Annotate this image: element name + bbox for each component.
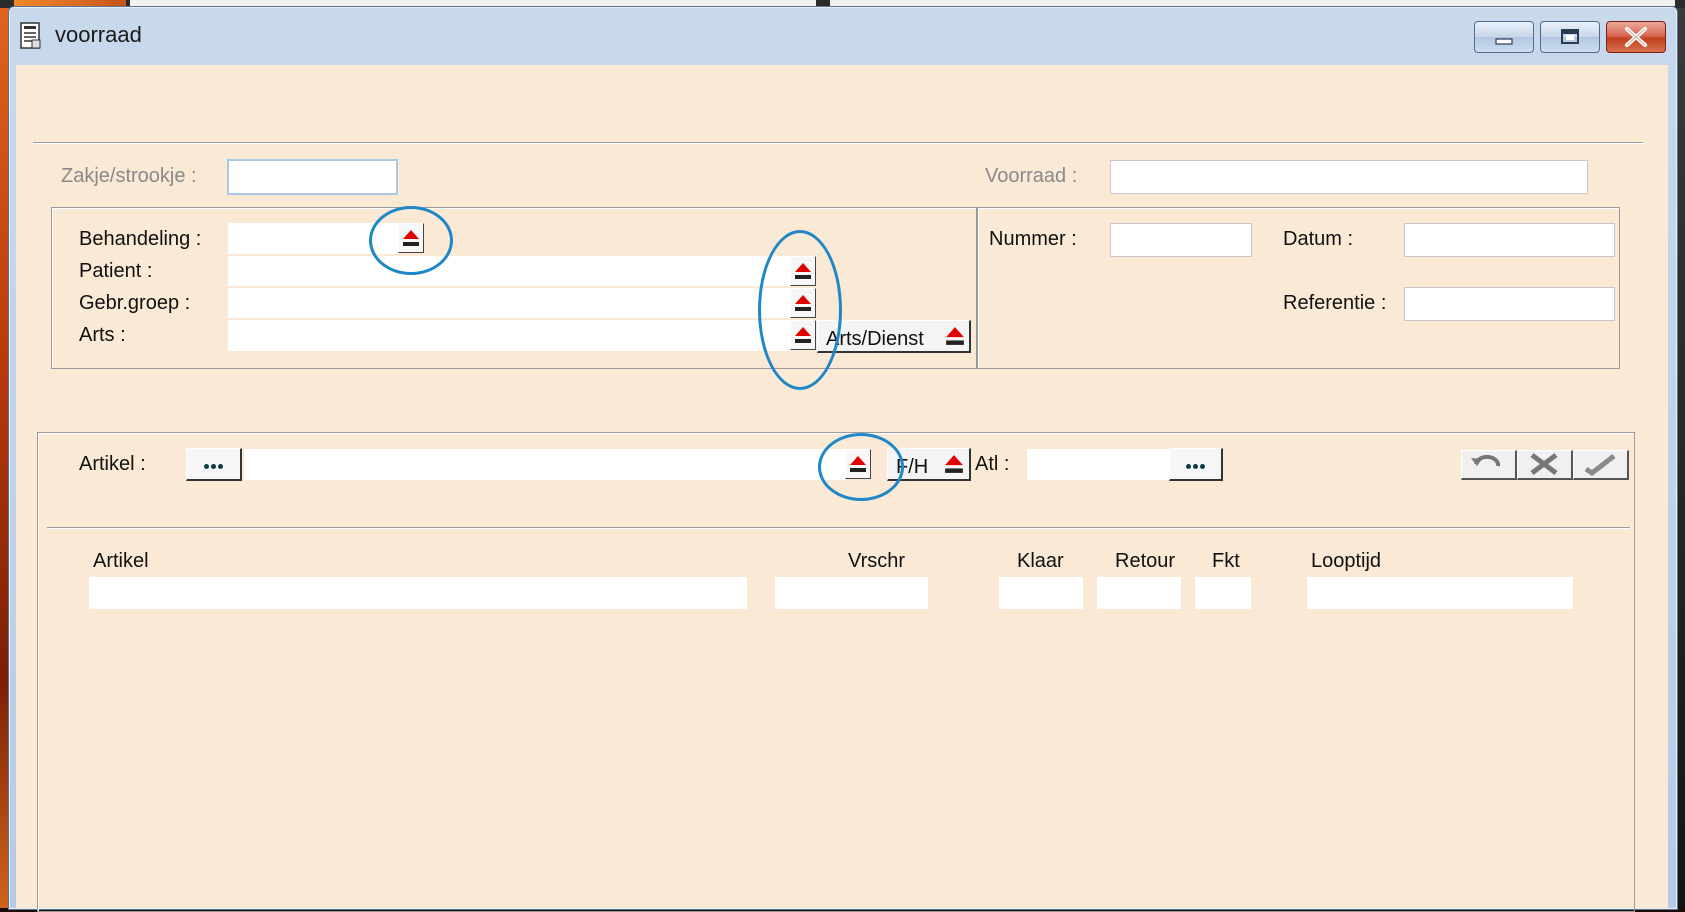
undo-button[interactable] xyxy=(1461,450,1517,480)
column-header-looptijd: Looptijd xyxy=(1311,550,1382,572)
nummer-input[interactable] xyxy=(1110,223,1252,257)
ellipsis-dot xyxy=(1200,464,1205,469)
ellipsis-dot xyxy=(211,464,216,469)
voorraad-label: Voorraad : xyxy=(985,165,1078,187)
minimize-button[interactable] xyxy=(1474,21,1534,53)
column-header-retour: Retour xyxy=(1115,550,1176,572)
voorraad-input[interactable] xyxy=(1110,160,1588,194)
arts-input[interactable] xyxy=(228,320,790,351)
table-cell-looptijd[interactable] xyxy=(1307,577,1573,609)
ellipsis-icon xyxy=(204,464,209,469)
column-header-fkt: Fkt xyxy=(1212,550,1240,572)
maximize-button[interactable] xyxy=(1540,21,1600,53)
arts-dienst-button-label: Arts/Dienst xyxy=(826,328,924,350)
table-cell-artikel[interactable] xyxy=(89,577,747,609)
title-bar[interactable] xyxy=(8,6,1676,65)
atl-browse-button[interactable] xyxy=(1169,448,1223,481)
patient-input[interactable] xyxy=(228,256,790,286)
zakje-strookje-input[interactable] xyxy=(227,159,398,195)
table-cell-retour[interactable] xyxy=(1097,577,1181,609)
ellipsis-dot xyxy=(218,464,223,469)
atl-label: Atl : xyxy=(975,453,1010,475)
gebr-groep-label: Gebr.groep : xyxy=(79,292,191,314)
eject-icon xyxy=(946,327,964,345)
ellipsis-dot xyxy=(1193,464,1198,469)
annotation-circle xyxy=(818,433,904,501)
artikel-browse-button[interactable] xyxy=(186,448,242,481)
minimize-icon xyxy=(1495,38,1513,45)
annotation-circle xyxy=(758,230,842,390)
behandeling-label: Behandeling : xyxy=(79,228,202,250)
cancel-icon xyxy=(1530,453,1558,475)
window-title: voorraad xyxy=(55,22,142,47)
nummer-label: Nummer : xyxy=(989,228,1077,250)
column-header-artikel: Artikel xyxy=(93,550,149,572)
referentie-label: Referentie : xyxy=(1283,292,1387,314)
column-header-vrschr: Vrschr xyxy=(848,550,906,572)
document-icon xyxy=(20,22,42,50)
table-cell-vrschr[interactable] xyxy=(775,577,928,609)
datum-input[interactable] xyxy=(1404,223,1615,257)
close-icon xyxy=(1625,27,1647,47)
close-button[interactable] xyxy=(1606,21,1666,53)
confirm-icon xyxy=(1584,454,1616,477)
zakje-strookje-label: Zakje/strookje : xyxy=(61,165,197,187)
eject-icon xyxy=(945,455,963,473)
annotation-circle xyxy=(369,206,453,275)
gebr-groep-input[interactable] xyxy=(228,288,790,318)
artikel-input[interactable] xyxy=(244,449,845,480)
maximize-icon xyxy=(1561,29,1579,44)
table-cell-fkt[interactable] xyxy=(1195,577,1251,609)
patient-label: Patient : xyxy=(79,260,153,282)
artikel-label: Artikel : xyxy=(79,453,146,475)
ellipsis-icon xyxy=(1186,464,1191,469)
table-cell-klaar[interactable] xyxy=(999,577,1083,609)
cancel-button[interactable] xyxy=(1517,450,1573,480)
atl-input[interactable] xyxy=(1027,449,1169,480)
confirm-button[interactable] xyxy=(1573,450,1629,480)
top-separator xyxy=(33,142,1643,144)
column-header-klaar: Klaar xyxy=(1017,550,1064,572)
datum-label: Datum : xyxy=(1283,228,1354,250)
referentie-input[interactable] xyxy=(1404,287,1615,321)
undo-icon xyxy=(1471,454,1501,467)
arts-label: Arts : xyxy=(79,324,126,346)
artikel-separator xyxy=(47,527,1630,529)
artikel-panel xyxy=(37,432,1635,912)
